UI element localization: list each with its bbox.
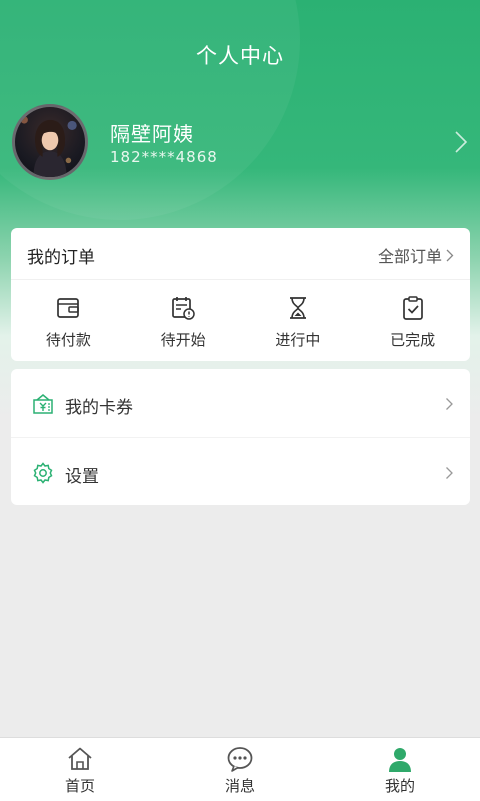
page-title: 个人中心 xyxy=(196,44,284,68)
order-status-in-progress[interactable]: 进行中 xyxy=(241,280,356,362)
order-status-label: 已完成 xyxy=(390,331,436,349)
order-status-row: 待付款 待开始 进行中 已完成 xyxy=(11,280,470,362)
bottom-tab-bar: 首页 消息 我的 xyxy=(0,737,480,801)
tab-messages[interactable]: 消息 xyxy=(160,738,320,801)
tab-label: 消息 xyxy=(224,777,255,795)
orders-card: 我的订单 全部订单 待付款 待开始 进行中 已完成 xyxy=(11,228,470,361)
order-status-label: 待开始 xyxy=(160,331,206,349)
orders-title: 我的订单 xyxy=(27,248,95,268)
gear-icon xyxy=(33,462,53,484)
chevron-right-icon xyxy=(446,249,454,261)
clipboard-check-icon xyxy=(402,296,423,320)
tab-label: 我的 xyxy=(384,777,415,795)
order-status-pending-payment[interactable]: 待付款 xyxy=(11,280,126,362)
chevron-right-icon xyxy=(446,398,453,410)
tab-label: 首页 xyxy=(64,777,95,795)
menu-item-coupons[interactable]: 我的卡券 xyxy=(11,369,470,437)
user-phone: 182****4868 xyxy=(110,148,218,166)
wallet-icon xyxy=(57,298,80,318)
user-icon xyxy=(389,748,411,772)
avatar-image xyxy=(20,116,77,177)
chevron-right-icon[interactable] xyxy=(454,130,468,154)
profile-row[interactable]: 隔壁阿姨 182****4868 xyxy=(12,104,480,182)
calendar-alert-icon xyxy=(172,297,195,320)
orders-header: 我的订单 全部订单 xyxy=(11,228,470,280)
order-status-label: 待付款 xyxy=(45,331,91,349)
avatar[interactable] xyxy=(12,104,88,180)
order-status-completed[interactable]: 已完成 xyxy=(355,280,470,362)
order-status-label: 进行中 xyxy=(275,331,321,349)
menu-card: 我的卡券 设置 xyxy=(11,369,470,505)
hourglass-icon xyxy=(289,297,306,319)
menu-item-label: 我的卡券 xyxy=(65,398,133,418)
message-icon xyxy=(227,747,253,772)
coupon-icon xyxy=(33,394,53,414)
all-orders-label: 全部订单 xyxy=(377,247,442,266)
menu-item-label: 设置 xyxy=(65,467,99,487)
home-icon xyxy=(68,747,92,770)
order-status-to-start[interactable]: 待开始 xyxy=(126,280,241,362)
user-name: 隔壁阿姨 xyxy=(110,122,194,146)
tab-mine[interactable]: 我的 xyxy=(320,738,480,801)
menu-item-settings[interactable]: 设置 xyxy=(11,437,470,506)
all-orders-link[interactable]: 全部订单 xyxy=(378,243,454,267)
tab-home[interactable]: 首页 xyxy=(0,738,160,801)
chevron-right-icon xyxy=(446,467,453,479)
